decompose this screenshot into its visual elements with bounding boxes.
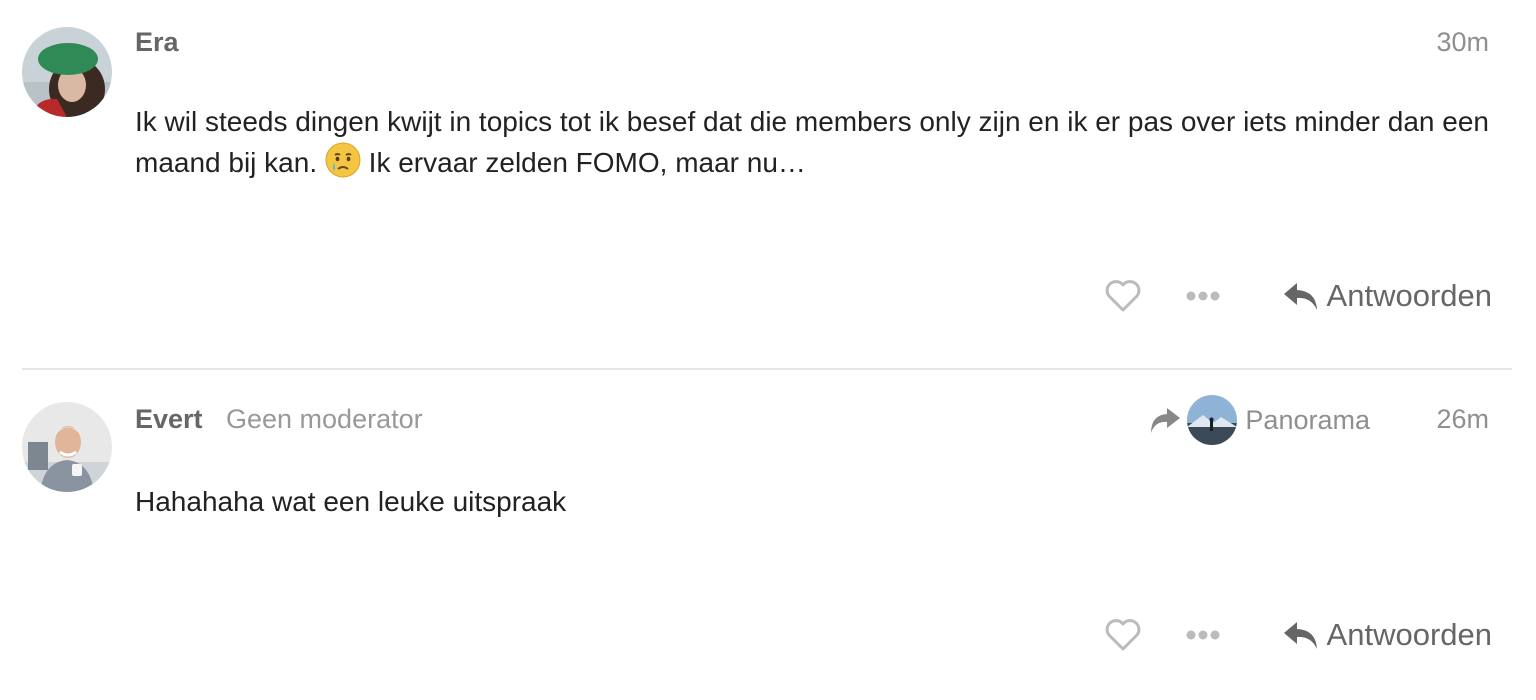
post-body: Ik wil steeds dingen kwijt in topics tot… bbox=[135, 101, 1495, 183]
like-button[interactable] bbox=[1103, 615, 1143, 655]
mountain-avatar-icon bbox=[1187, 395, 1238, 445]
more-button[interactable] bbox=[1183, 615, 1223, 655]
post-actions: Antwoorden bbox=[1103, 276, 1492, 316]
username[interactable]: Evert bbox=[135, 404, 203, 434]
post-evert: Evert Geen moderator Panorama 26m Hahaha… bbox=[0, 370, 1536, 700]
reply-label: Antwoorden bbox=[1326, 278, 1492, 313]
reply-arrow-icon bbox=[1283, 283, 1317, 310]
user-title: Geen moderator bbox=[226, 404, 423, 434]
username[interactable]: Era bbox=[135, 27, 179, 57]
user-avatar-icon bbox=[22, 27, 112, 117]
like-button[interactable] bbox=[1103, 276, 1143, 316]
reply-button[interactable]: Antwoorden bbox=[1283, 617, 1492, 653]
reply-to-link[interactable]: Panorama bbox=[1149, 395, 1370, 445]
reply-to-name: Panorama bbox=[1245, 404, 1370, 435]
post-body: Hahahaha wat een leuke uitspraak bbox=[135, 486, 567, 517]
crying-face-emoji-icon bbox=[325, 142, 361, 178]
ellipsis-icon bbox=[1186, 291, 1220, 301]
reply-label: Antwoorden bbox=[1326, 617, 1492, 652]
post-era: Era 30m Ik wil steeds dingen kwijt in to… bbox=[0, 0, 1536, 368]
heart-icon bbox=[1105, 280, 1140, 312]
avatar[interactable] bbox=[22, 27, 112, 117]
ellipsis-icon bbox=[1186, 630, 1220, 640]
more-button[interactable] bbox=[1183, 276, 1223, 316]
share-arrow-icon bbox=[1151, 408, 1181, 433]
post-time[interactable]: 30m bbox=[1436, 27, 1489, 57]
avatar[interactable] bbox=[22, 402, 112, 492]
reply-to-avatar bbox=[1187, 395, 1238, 445]
post-time[interactable]: 26m bbox=[1436, 404, 1489, 434]
reply-arrow-icon bbox=[1283, 622, 1317, 649]
reply-button[interactable]: Antwoorden bbox=[1283, 278, 1492, 314]
post-body-text-cont: Ik ervaar zelden FOMO, maar nu… bbox=[368, 147, 806, 178]
post-actions: Antwoorden bbox=[1103, 615, 1492, 655]
heart-icon bbox=[1105, 619, 1140, 651]
user-avatar-icon bbox=[22, 402, 112, 492]
